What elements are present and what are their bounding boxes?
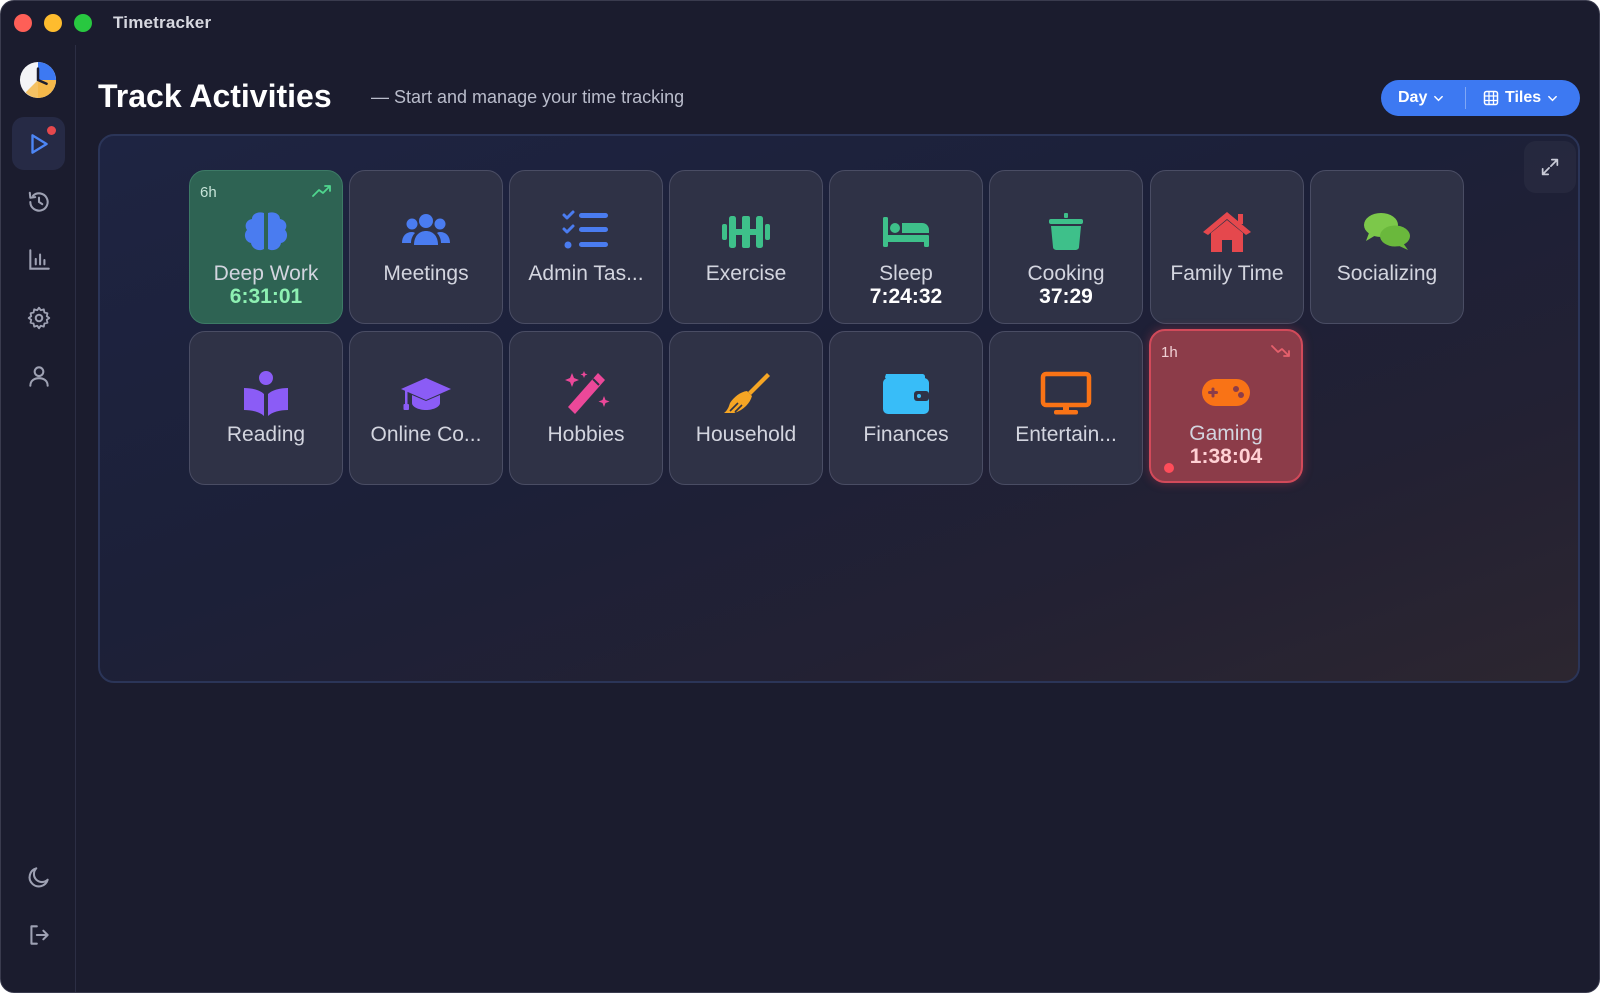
bed-icon	[879, 209, 933, 255]
bar-chart-icon	[28, 248, 50, 270]
graduation-cap-icon	[399, 370, 453, 416]
moon-icon	[28, 866, 49, 887]
history-icon	[28, 191, 49, 212]
activity-name: Family Time	[1170, 262, 1284, 285]
sidebar-item-profile[interactable]	[12, 349, 65, 402]
activity-tile-cooking[interactable]: Cooking 37:29	[989, 170, 1143, 324]
user-icon	[28, 365, 49, 387]
goal-label: 1h	[1161, 344, 1178, 361]
sidebar-item-track[interactable]	[12, 117, 65, 170]
wallet-icon	[879, 370, 933, 416]
activity-tile-entertainment[interactable]: Entertain...	[989, 331, 1143, 485]
sidebar-item-stats[interactable]	[12, 233, 65, 286]
activity-name: Deep Work	[213, 262, 319, 285]
activity-tile-sleep[interactable]: Sleep 7:24:32	[829, 170, 983, 324]
period-label: Day	[1398, 89, 1428, 106]
view-controls: Day Tiles	[1381, 80, 1580, 116]
activity-name: Admin Tas...	[528, 262, 644, 285]
magic-wand-icon	[559, 370, 613, 416]
sidebar	[1, 45, 76, 992]
view-mode-dropdown[interactable]: Tiles	[1466, 80, 1558, 116]
logout-button[interactable]	[12, 908, 65, 961]
pot-icon	[1039, 209, 1093, 255]
notification-dot	[47, 126, 56, 135]
users-icon	[399, 209, 453, 255]
goal-label: 6h	[200, 184, 217, 201]
chevron-down-icon	[1434, 95, 1444, 101]
app-title: Timetracker	[113, 13, 212, 32]
expand-icon	[1541, 158, 1559, 176]
grid-icon	[1483, 90, 1499, 106]
activity-tile-online-courses[interactable]: Online Co...	[349, 331, 503, 485]
activity-timer: 7:24:32	[869, 285, 943, 308]
activity-tile-gaming[interactable]: 1h Gaming 1:38:04	[1149, 329, 1303, 483]
close-window-button[interactable]	[14, 14, 32, 32]
activity-tile-finances[interactable]: Finances	[829, 331, 983, 485]
brain-icon	[239, 209, 293, 255]
book-reader-icon	[239, 370, 293, 416]
theme-toggle-button[interactable]	[12, 850, 65, 903]
dumbbell-icon	[719, 209, 773, 255]
view-mode-label: Tiles	[1505, 89, 1542, 106]
activity-name: Meetings	[383, 262, 469, 285]
title-bar: Timetracker	[1, 1, 1599, 45]
activity-tile-deep-work[interactable]: 6h Deep Work 6:31:01	[189, 170, 343, 324]
activity-tile-reading[interactable]: Reading	[189, 331, 343, 485]
activity-name: Reading	[226, 423, 306, 446]
activity-name: Online Co...	[370, 423, 482, 446]
activities-panel: 6h Deep Work 6:31:01 Meetings Admin Tas.…	[98, 134, 1580, 683]
activity-name: Cooking	[1027, 262, 1105, 285]
trend-down-icon	[1271, 345, 1290, 357]
activity-tile-admin-tasks[interactable]: Admin Tas...	[509, 170, 663, 324]
recording-indicator	[1164, 463, 1174, 473]
activity-name: Gaming	[1189, 422, 1263, 445]
activity-timer: 6:31:01	[229, 285, 303, 308]
gear-icon	[27, 306, 50, 329]
tv-icon	[1039, 370, 1093, 416]
app-window: Timetracker Track Activities — Start and…	[0, 0, 1600, 993]
zoom-window-button[interactable]	[74, 14, 92, 32]
activity-timer: 37:29	[1039, 285, 1093, 308]
broom-icon	[719, 370, 773, 416]
page-title: Track Activities	[98, 78, 332, 114]
activity-tile-socializing[interactable]: Socializing	[1310, 170, 1464, 324]
page-subtitle: — Start and manage your time tracking	[371, 87, 685, 107]
activity-name: Hobbies	[547, 423, 625, 446]
activity-tile-meetings[interactable]: Meetings	[349, 170, 503, 324]
logout-icon	[29, 924, 49, 945]
activity-name: Sleep	[879, 262, 933, 285]
app-logo-icon	[19, 61, 57, 99]
activity-name: Household	[695, 423, 797, 446]
trend-up-icon	[312, 185, 331, 197]
play-icon	[30, 133, 48, 154]
minimize-window-button[interactable]	[44, 14, 62, 32]
activity-tile-family-time[interactable]: Family Time	[1150, 170, 1304, 324]
chevron-down-icon	[1548, 95, 1558, 101]
sidebar-item-settings[interactable]	[12, 291, 65, 344]
chat-icon	[1360, 209, 1414, 255]
period-dropdown[interactable]: Day	[1381, 80, 1465, 116]
activity-name: Socializing	[1336, 262, 1438, 285]
activity-tile-household[interactable]: Household	[669, 331, 823, 485]
gamepad-icon	[1199, 369, 1253, 415]
fullscreen-button[interactable]	[1524, 141, 1576, 193]
sidebar-item-history[interactable]	[12, 175, 65, 228]
activity-name: Finances	[863, 423, 949, 446]
activity-name: Entertain...	[1015, 423, 1117, 446]
activity-tile-exercise[interactable]: Exercise	[669, 170, 823, 324]
activity-name: Exercise	[705, 262, 787, 285]
list-check-icon	[559, 209, 613, 255]
activity-tile-hobbies[interactable]: Hobbies	[509, 331, 663, 485]
house-icon	[1200, 209, 1254, 255]
